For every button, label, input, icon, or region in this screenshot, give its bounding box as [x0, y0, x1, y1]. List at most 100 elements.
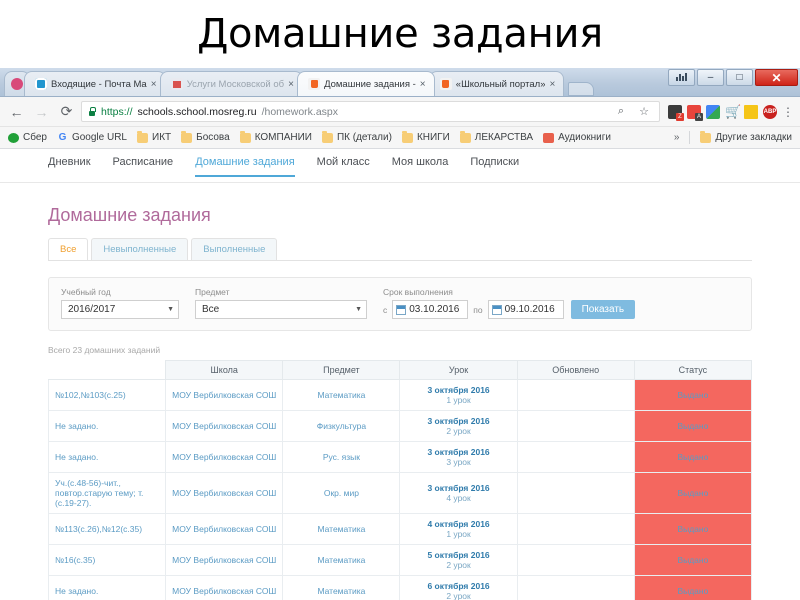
cell-school[interactable]: МОУ Вербилковская СОШ — [165, 513, 284, 545]
shopping-cart-icon[interactable]: 🛒 — [725, 104, 741, 119]
table-row[interactable]: №16(с.35) МОУ Вербилковская СОШ Математи… — [47, 544, 753, 576]
table-row[interactable]: №113(с.26),№12(с.35) МОУ Вербилковская С… — [47, 513, 753, 545]
cell-lesson-number: 2 урок — [446, 560, 471, 570]
date-to-input[interactable]: 09.10.2016 — [487, 300, 564, 319]
field-academic-year-label: Учебный год — [61, 287, 111, 297]
table-row[interactable]: Уч.(с.48-56)-чит., повтор.старую тему; т… — [47, 472, 753, 514]
browser-tab-3-label: Домашние задания - — [324, 78, 416, 90]
calendar-icon[interactable] — [491, 304, 502, 315]
folder-icon — [401, 130, 413, 143]
reload-icon[interactable]: ⟳ — [56, 101, 77, 122]
cell-updated — [516, 379, 635, 411]
folder-icon — [137, 130, 148, 143]
bookmarks-bar: Сбер G Google URL ИКТ Босова КОМПАНИИ ПК… — [0, 127, 800, 149]
search-icon[interactable]: ⌕ — [612, 105, 630, 118]
sber-icon — [8, 132, 19, 143]
adblock-icon[interactable]: ABP — [763, 104, 777, 119]
bookmark-bosova[interactable]: Босова — [181, 130, 230, 143]
subject-value: Все — [202, 304, 220, 315]
table-row[interactable]: Не задано. МОУ Вербилковская СОШ Физкуль… — [47, 410, 753, 442]
cell-school[interactable]: МОУ Вербилковская СОШ — [165, 410, 284, 442]
cell-lesson-date: 4 октября 2016 — [427, 519, 490, 529]
cell-updated — [516, 544, 635, 576]
browser-tab-4[interactable]: «Школьный портал» × — [428, 71, 565, 96]
table-row[interactable]: №102,№103(с.25) МОУ Вербилковская СОШ Ма… — [47, 379, 753, 411]
back-icon[interactable]: ← — [6, 101, 27, 122]
bookmark-star-icon[interactable]: ☆ — [635, 105, 653, 118]
academic-year-select[interactable]: 2016/2017 ▼ — [61, 300, 179, 319]
cell-school[interactable]: МОУ Вербилковская СОШ — [165, 441, 284, 473]
browser-tab-3-close-icon[interactable]: × — [420, 79, 428, 90]
subject-select[interactable]: Все ▼ — [195, 300, 367, 319]
tab-vypolnennye[interactable]: Выполненные — [191, 238, 278, 260]
cell-school[interactable]: МОУ Вербилковская СОШ — [165, 544, 284, 576]
col-subject: Предмет — [282, 360, 401, 380]
window-extra-button[interactable] — [668, 69, 695, 86]
bookmark-ikt[interactable]: ИКТ — [137, 130, 171, 143]
browser-tab-1[interactable]: Входящие - Почта Ma × — [24, 71, 166, 96]
cell-task[interactable]: Не задано. — [47, 575, 167, 600]
sidebar-item-podpiski[interactable]: Подписки — [470, 156, 519, 176]
table-row[interactable]: Не задано. МОУ Вербилковская СОШ Математ… — [47, 575, 753, 600]
sidebar-item-domashnie-zadaniya[interactable]: Домашние задания — [195, 156, 296, 177]
bookmark-google-url[interactable]: G Google URL — [57, 132, 127, 143]
cell-task[interactable]: №102,№103(с.25) — [47, 379, 167, 411]
page-title: Домашние задания — [48, 205, 211, 225]
cell-task[interactable]: №113(с.26),№12(с.35) — [47, 513, 167, 545]
cell-lesson: 5 октября 2016 2 урок — [399, 544, 518, 576]
sidebar-item-raspisanie[interactable]: Расписание — [113, 156, 174, 176]
bookmark-sber[interactable]: Сбер — [8, 132, 47, 143]
status-badge: Выдано — [633, 513, 753, 545]
bookmark-audioknigi[interactable]: Аудиокниги — [543, 132, 611, 143]
cell-lesson: 3 октября 2016 3 урок — [399, 441, 518, 473]
extension-zotero-icon[interactable] — [668, 104, 684, 121]
browser-tab-4-label: «Школьный портал» — [455, 78, 546, 90]
extension-colorpicker-icon[interactable] — [706, 104, 720, 119]
cell-school[interactable]: МОУ Вербилковская СОШ — [165, 379, 284, 411]
forward-icon[interactable]: → — [31, 101, 52, 122]
field-deadline: Срок выполнения с 03.10.2016 по 09.10.20… — [383, 287, 636, 319]
sidebar-item-moya-shkola[interactable]: Моя школа — [392, 156, 449, 176]
cell-task[interactable]: Не задано. — [47, 410, 167, 442]
bookmark-other-label: Другие закладки — [715, 132, 792, 143]
browser-tab-2-close-icon[interactable]: × — [288, 79, 296, 90]
cell-task[interactable]: Уч.(с.48-56)-чит., повтор.старую тему; т… — [47, 472, 167, 514]
new-tab-button[interactable] — [568, 82, 595, 96]
table-row[interactable]: Не задано. МОУ Вербилковская СОШ Рус. яз… — [47, 441, 753, 473]
browser-menu-icon[interactable]: ⋮ — [782, 105, 794, 119]
cell-lesson-date: 5 октября 2016 — [427, 550, 490, 560]
restore-button[interactable]: □ — [726, 69, 753, 86]
tab-vse[interactable]: Все — [48, 238, 89, 260]
extension-icons: 🛒 ABP ⋮ — [664, 104, 794, 121]
browser-tab-3[interactable]: Домашние задания - × — [297, 71, 435, 96]
sidebar-item-dnevnik[interactable]: Дневник — [48, 156, 91, 176]
bookmark-other[interactable]: Другие закладки — [700, 130, 792, 143]
extension-adobe-icon[interactable] — [687, 104, 703, 121]
show-button[interactable]: Показать — [570, 300, 636, 319]
browser-tab-1-close-icon[interactable]: × — [151, 79, 159, 90]
browser-tab-4-close-icon[interactable]: × — [549, 79, 557, 90]
status-badge: Выдано — [633, 410, 753, 442]
address-bar[interactable]: https:// schools.school.mosreg.ru/homewor… — [81, 101, 660, 122]
sidebar-item-moy-klass[interactable]: Мой класс — [317, 156, 370, 176]
bookmarks-overflow-icon[interactable]: » — [674, 132, 680, 143]
tab-nevypolnennye[interactable]: Невыполненные — [91, 238, 189, 260]
close-button[interactable]: ✕ — [755, 69, 798, 86]
bookmark-kompanii[interactable]: КОМПАНИИ — [239, 130, 312, 143]
bookmark-lekarstva[interactable]: ЛЕКАРСТВА — [459, 130, 533, 143]
bookmark-knigi[interactable]: КНИГИ — [401, 130, 450, 143]
browser-tab-2[interactable]: Услуги Московской об × — [159, 71, 304, 96]
date-from-input[interactable]: 03.10.2016 — [392, 300, 469, 319]
cell-school[interactable]: МОУ Вербилковская СОШ — [165, 472, 284, 514]
cell-updated — [516, 472, 635, 514]
bookmark-pk-detali[interactable]: ПК (детали) — [321, 130, 392, 143]
cell-lesson-date: 6 октября 2016 — [427, 581, 490, 591]
cell-lesson: 3 октября 2016 4 урок — [399, 472, 518, 514]
minimize-button[interactable]: – — [697, 69, 724, 86]
extension-bookmark-icon[interactable] — [744, 104, 758, 119]
calendar-icon[interactable] — [396, 304, 407, 315]
cell-school[interactable]: МОУ Вербилковская СОШ — [165, 575, 284, 600]
cell-task[interactable]: №16(с.35) — [47, 544, 167, 576]
omnibox-row: ← → ⟳ https:// schools.school.mosreg.ru/h… — [0, 97, 800, 127]
cell-task[interactable]: Не задано. — [47, 441, 167, 473]
